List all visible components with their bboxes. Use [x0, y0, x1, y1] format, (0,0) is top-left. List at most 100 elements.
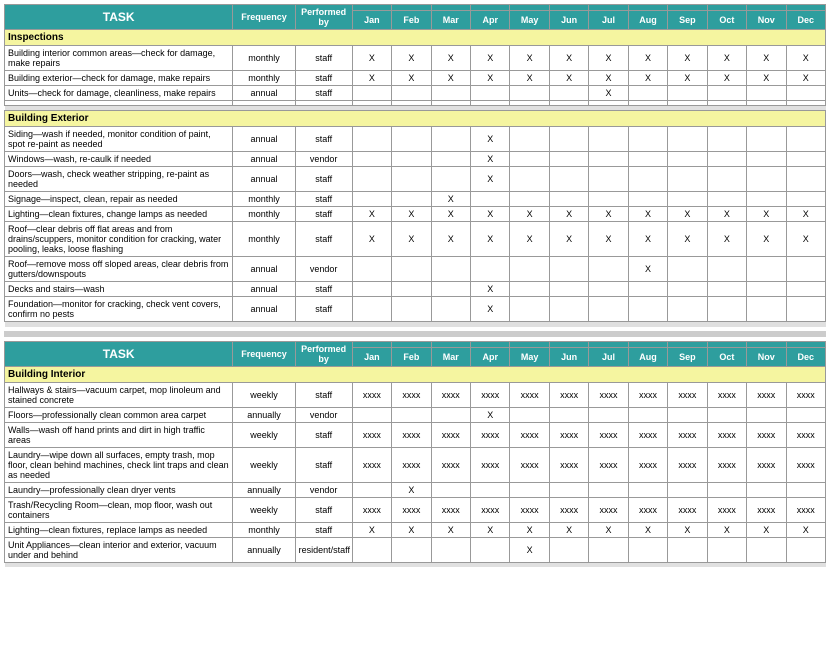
mark-cell	[707, 127, 746, 152]
mark-cell: xxxx	[392, 422, 431, 447]
table-row: Walls—wash off hand prints and dirt in h…	[5, 422, 826, 447]
mark-cell: X	[352, 522, 391, 537]
mark-cell	[707, 86, 746, 101]
frequency-cell: annual	[233, 127, 295, 152]
mark-cell	[747, 86, 786, 101]
mark-cell: X	[352, 46, 391, 71]
mark-cell	[431, 282, 470, 297]
mark-cell	[392, 86, 431, 101]
mark-cell	[786, 537, 826, 562]
mark-cell	[431, 152, 470, 167]
mark-cell	[747, 127, 786, 152]
page-container: TASK Frequency Performedby JanFebMarAprM…	[0, 0, 830, 571]
mark-cell: X	[747, 71, 786, 86]
mark-cell	[589, 282, 628, 297]
mark-cell: xxxx	[471, 422, 510, 447]
mark-cell: X	[549, 71, 588, 86]
mark-cell	[510, 86, 549, 101]
task-cell: Laundry—professionally clean dryer vents	[5, 482, 233, 497]
mark-cell: xxxx	[747, 447, 786, 482]
table-row: Signage—inspect, clean, repair as needed…	[5, 192, 826, 207]
mark-cell: X	[431, 222, 470, 257]
table-row: Hallways & stairs—vacuum carpet, mop lin…	[5, 382, 826, 407]
mark-cell	[786, 407, 826, 422]
mark-cell: xxxx	[668, 497, 707, 522]
mark-cell	[510, 152, 549, 167]
mark-cell: X	[431, 522, 470, 537]
mark-cell: X	[589, 46, 628, 71]
month-header2-feb: Feb	[392, 347, 431, 366]
task-cell: Foundation—monitor for cracking, check v…	[5, 297, 233, 322]
table-row: Laundry—professionally clean dryer vents…	[5, 482, 826, 497]
mark-cell: X	[668, 222, 707, 257]
table-row: Windows—wash, re-caulk if neededannualve…	[5, 152, 826, 167]
mark-cell: X	[707, 222, 746, 257]
mark-cell	[549, 482, 588, 497]
mark-cell: X	[786, 522, 826, 537]
mark-cell: X	[431, 71, 470, 86]
mark-cell: X	[510, 537, 549, 562]
mark-cell: xxxx	[786, 422, 826, 447]
mark-cell: xxxx	[707, 447, 746, 482]
table-row: Doors—wash, check weather stripping, re-…	[5, 167, 826, 192]
performed-by-cell: resident/staff	[295, 537, 352, 562]
mark-cell: xxxx	[549, 497, 588, 522]
mark-cell: xxxx	[431, 447, 470, 482]
mark-cell	[549, 167, 588, 192]
mark-cell: X	[510, 222, 549, 257]
mark-cell: X	[471, 522, 510, 537]
mark-cell	[352, 167, 391, 192]
table-row: Lighting—clean fixtures, replace lamps a…	[5, 522, 826, 537]
mark-cell	[668, 257, 707, 282]
mark-cell: xxxx	[471, 497, 510, 522]
frequency-cell: weekly	[233, 497, 295, 522]
mark-cell	[747, 167, 786, 192]
mark-cell	[628, 407, 667, 422]
mark-cell: X	[510, 207, 549, 222]
mark-cell: X	[786, 71, 826, 86]
mark-cell: xxxx	[707, 497, 746, 522]
mark-cell: X	[510, 46, 549, 71]
performed-by-cell: staff	[295, 297, 352, 322]
frequency-cell: annual	[233, 86, 295, 101]
task-cell: Roof—clear debris off flat areas and fro…	[5, 222, 233, 257]
frequency-cell: annual	[233, 167, 295, 192]
mark-cell	[392, 282, 431, 297]
mark-cell	[431, 537, 470, 562]
col-header-performed-2: Performedby	[295, 341, 352, 366]
mark-cell: X	[589, 86, 628, 101]
mark-cell: X	[471, 127, 510, 152]
mark-cell: X	[589, 222, 628, 257]
table-row: Laundry—wipe down all surfaces, empty tr…	[5, 447, 826, 482]
task-cell: Building interior common areas—check for…	[5, 46, 233, 71]
performed-by-cell: staff	[295, 222, 352, 257]
mark-cell	[747, 192, 786, 207]
mark-cell	[471, 86, 510, 101]
mark-cell: xxxx	[549, 447, 588, 482]
table-row: Units—check for damage, cleanliness, mak…	[5, 86, 826, 101]
mark-cell	[431, 127, 470, 152]
mark-cell: xxxx	[668, 447, 707, 482]
month-header-apr: Apr	[471, 11, 510, 30]
task-cell: Lighting—clean fixtures, replace lamps a…	[5, 522, 233, 537]
month-header2-oct: Oct	[707, 347, 746, 366]
mark-cell: xxxx	[510, 447, 549, 482]
performed-by-cell: staff	[295, 167, 352, 192]
mark-cell	[471, 537, 510, 562]
mark-cell: X	[392, 46, 431, 71]
mark-cell: X	[471, 222, 510, 257]
mark-cell	[510, 282, 549, 297]
performed-by-cell: staff	[295, 46, 352, 71]
mark-cell: X	[628, 46, 667, 71]
mark-cell: X	[352, 71, 391, 86]
mark-cell: xxxx	[747, 497, 786, 522]
frequency-cell: monthly	[233, 71, 295, 86]
month-header-mar: Mar	[431, 11, 470, 30]
section-header: Building Exterior	[5, 111, 826, 127]
mark-cell	[786, 482, 826, 497]
mark-cell: X	[589, 71, 628, 86]
mark-cell: X	[431, 46, 470, 71]
mark-cell	[352, 127, 391, 152]
mark-cell: X	[786, 207, 826, 222]
mark-cell: xxxx	[392, 497, 431, 522]
